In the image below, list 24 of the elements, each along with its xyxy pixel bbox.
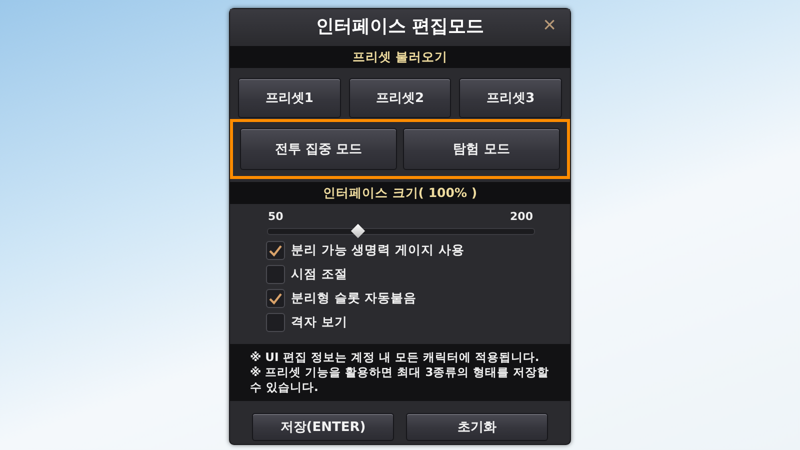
option-label: 시점 조절 — [291, 266, 348, 283]
section-title: 인터페이스 크기( 100% ) — [322, 184, 478, 202]
footer-button[interactable]: 초기화 — [406, 413, 548, 441]
slider-track[interactable] — [267, 223, 535, 239]
footer-button[interactable]: 저장(ENTER) — [252, 413, 394, 441]
mode-button[interactable]: 탐험 모드 — [403, 128, 560, 170]
preset-button[interactable]: 프리셋2 — [348, 78, 452, 118]
preset-button[interactable]: 프리셋1 — [238, 78, 341, 118]
checkbox[interactable] — [266, 313, 285, 332]
section-title: 프리셋 불러오기 — [352, 48, 448, 66]
slider-max-label: 200 — [510, 210, 533, 223]
slider-min-label: 50 — [268, 210, 284, 223]
close-button[interactable]: × — [539, 13, 560, 37]
checkbox[interactable] — [266, 289, 285, 308]
window-title: 인터페이스 편집모드 — [316, 15, 484, 38]
note-text: ※ 프리셋 기능을 활용하면 최대 3종류의 형태를 저장할 수 있습니다. — [250, 365, 550, 395]
option-label: 격자 보기 — [291, 314, 348, 331]
checkbox[interactable] — [266, 265, 285, 284]
note-text: ※ UI 편집 정보는 계정 내 모든 캐릭터에 적용됩니다. — [250, 350, 540, 365]
checkbox[interactable] — [266, 241, 285, 260]
mode-button[interactable]: 전투 집중 모드 — [240, 128, 397, 170]
option-label: 분리형 슬롯 자동붙음 — [291, 290, 417, 307]
option-label: 분리 가능 생명력 게이지 사용 — [291, 242, 464, 259]
preset-button[interactable]: 프리셋3 — [459, 78, 562, 118]
